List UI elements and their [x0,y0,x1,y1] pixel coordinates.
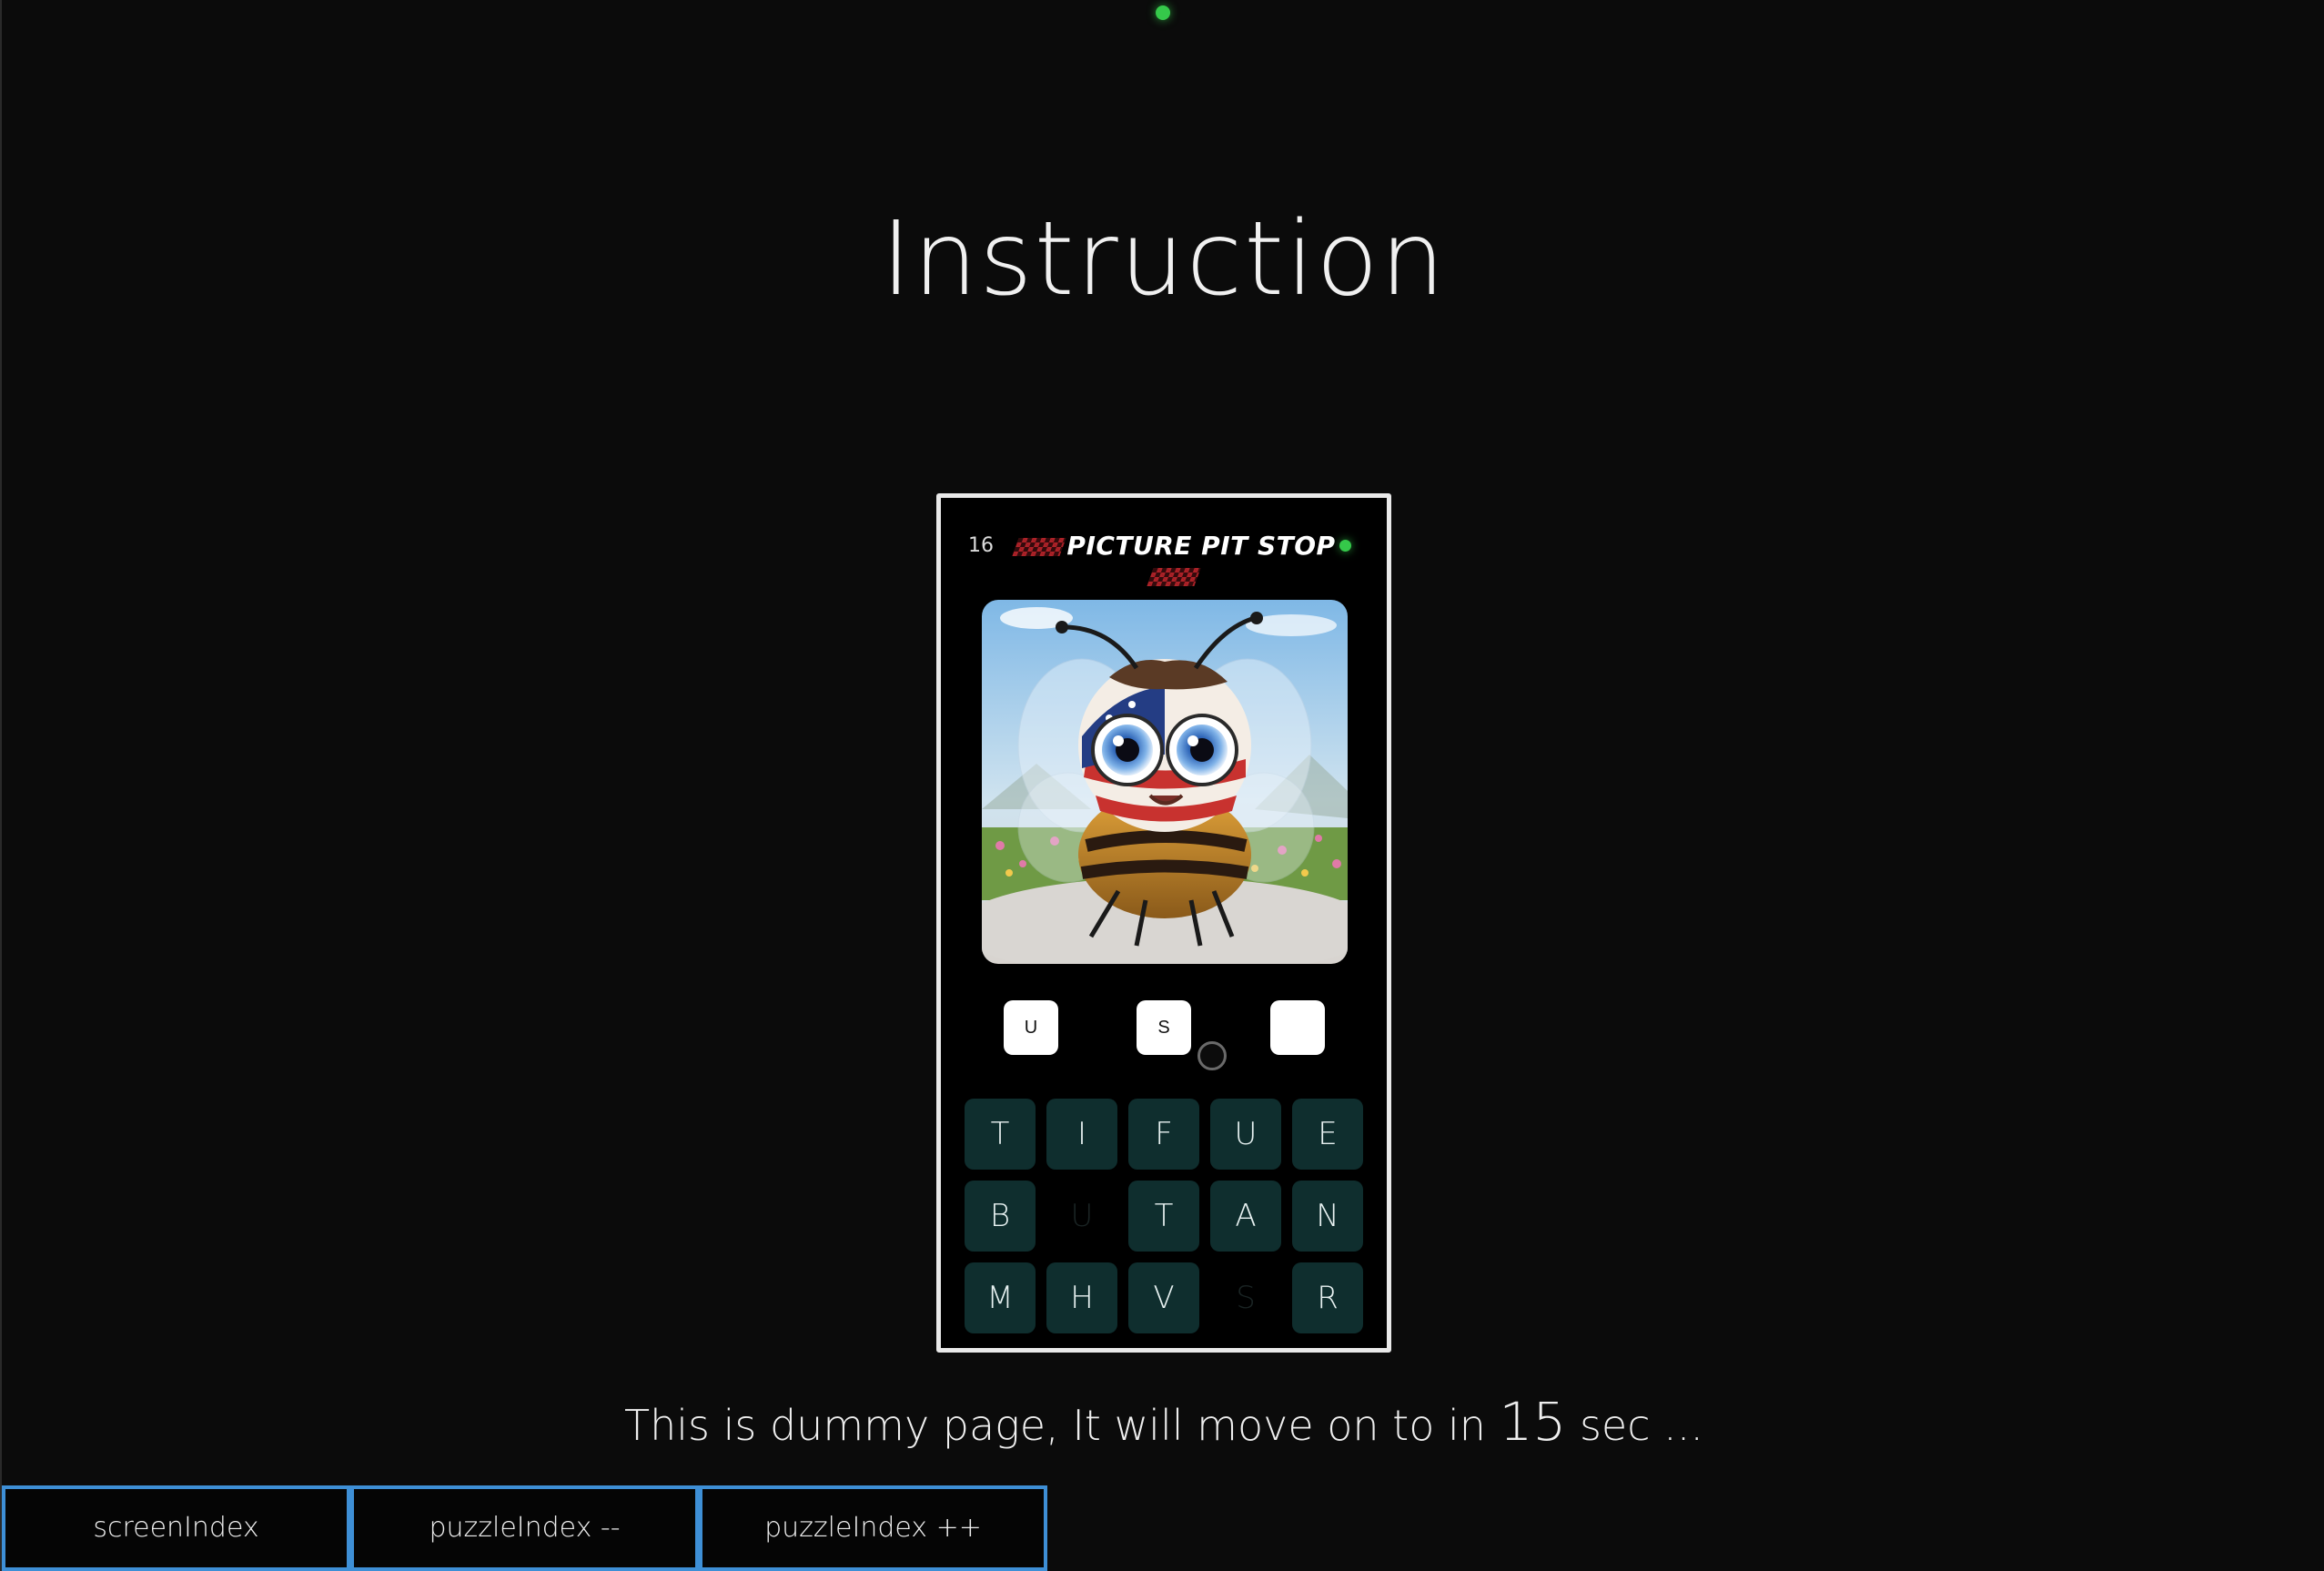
letter-key[interactable]: E [1292,1099,1363,1170]
letter-key[interactable]: U [1210,1099,1281,1170]
countdown-suffix: sec ... [1566,1401,1703,1450]
letter-key[interactable]: F [1128,1099,1199,1170]
letter-keyboard: TIFUEBUTANMHVSR [965,1099,1370,1333]
puzzle-index-decrement-button[interactable]: puzzleIndex -- [350,1485,699,1571]
letter-key: U [1070,1198,1094,1234]
checkered-flag-icon [1147,568,1201,586]
letter-key: S [1236,1280,1256,1316]
letter-key[interactable]: B [965,1181,1036,1252]
answer-slot[interactable]: U [1004,1000,1058,1055]
puzzle-index-increment-button[interactable]: puzzleIndex ++ [699,1485,1047,1571]
game-title: PICTURE PIT STOP [1010,531,1338,591]
game-title-text: PICTURE PIT STOP [1066,531,1336,561]
letter-key[interactable]: V [1128,1262,1199,1333]
touch-cursor-indicator [1197,1041,1227,1070]
checkered-flag-icon [1012,538,1067,556]
letter-key[interactable]: I [1046,1099,1117,1170]
screen-index-button[interactable]: screenIndex [2,1485,350,1571]
page-title: Instruction [881,200,1447,319]
puzzle-image [982,600,1348,964]
game-preview-frame: 16 PICTURE PIT STOP U S T I F U E B U T … [936,493,1391,1353]
countdown-seconds: 15 [1499,1391,1567,1453]
game-header: 16 PICTURE PIT STOP [941,529,1387,586]
level-number: 16 [968,534,994,557]
letter-key[interactable]: N [1292,1181,1363,1252]
status-indicator-dot [1156,5,1170,20]
answer-slot[interactable]: S [1137,1000,1191,1055]
countdown-message: This is dummy page, It will move on to i… [2,1391,2324,1453]
instruction-screen: Instruction 16 PICTURE PIT STOP U S T I … [0,0,2324,1571]
letter-key[interactable]: R [1292,1262,1363,1333]
letter-key[interactable]: T [965,1099,1036,1170]
patriotic-bee-illustration [982,600,1348,964]
countdown-prefix: This is dummy page, It will move on to i… [623,1401,1500,1450]
game-status-dot [1339,540,1351,552]
answer-slot[interactable] [1270,1000,1325,1055]
letter-key[interactable]: H [1046,1262,1117,1333]
letter-key[interactable]: T [1128,1181,1199,1252]
letter-key[interactable]: M [965,1262,1036,1333]
letter-key[interactable]: A [1210,1181,1281,1252]
